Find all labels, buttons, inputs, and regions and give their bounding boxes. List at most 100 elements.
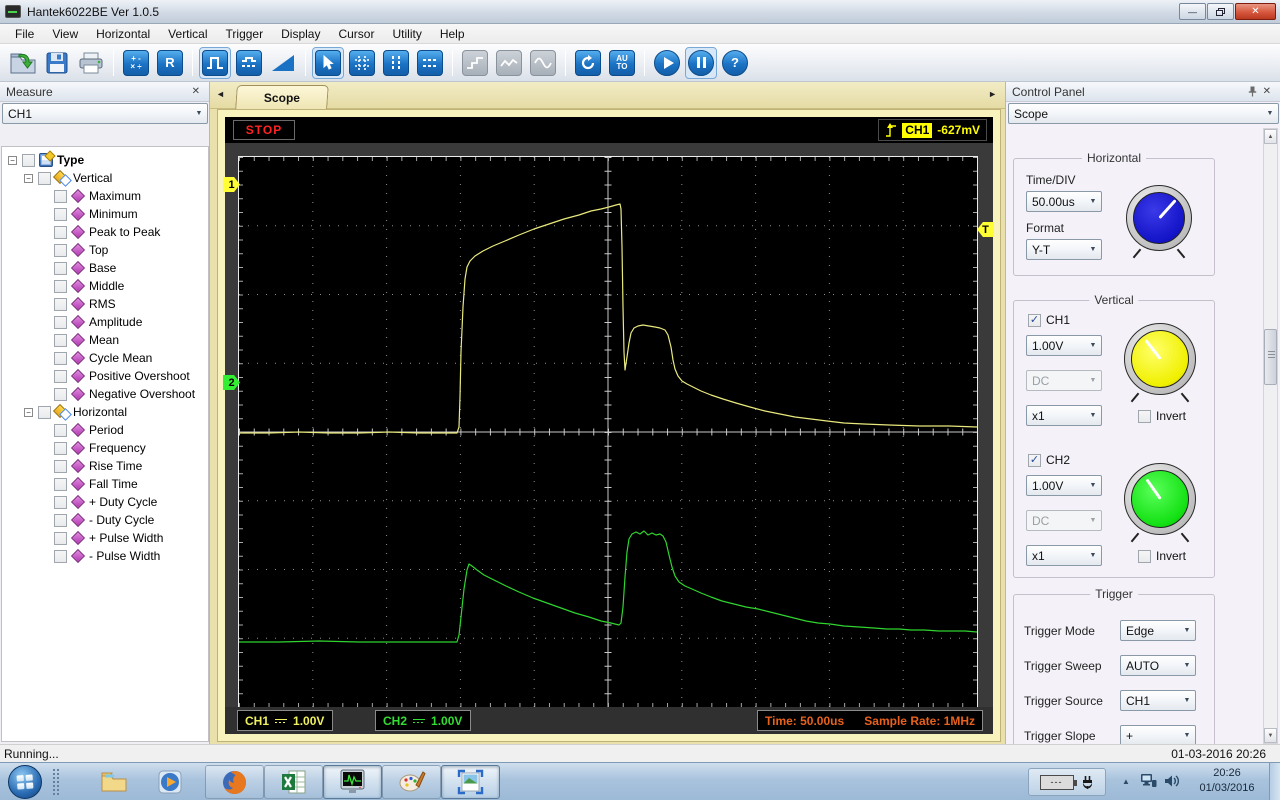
taskbar-snipping-button[interactable]: [441, 765, 500, 799]
tree-item-duty-cycle[interactable]: - Duty Cycle: [2, 511, 208, 529]
time-div-select[interactable]: 50.00us ▼: [1026, 191, 1102, 212]
tree-checkbox[interactable]: [54, 495, 67, 509]
menu-view[interactable]: View: [43, 25, 87, 43]
cross-cursor-button[interactable]: [347, 48, 377, 78]
scroll-up-icon[interactable]: ▲: [1264, 129, 1277, 144]
pin-icon[interactable]: [1245, 86, 1260, 97]
horizontal-knob[interactable]: [1126, 185, 1192, 251]
pulse-alt-button[interactable]: [234, 48, 264, 78]
taskbar-clock[interactable]: 20:26 01/03/2016: [1192, 766, 1262, 796]
speaker-icon[interactable]: [1164, 773, 1181, 789]
control-panel-close-icon[interactable]: ✕: [1260, 86, 1274, 97]
tree-item-positive-overshoot[interactable]: Positive Overshoot: [2, 367, 208, 385]
trigger-mode-select[interactable]: Edge ▼: [1120, 620, 1196, 641]
tree-item-frequency[interactable]: Frequency: [2, 439, 208, 457]
tree-checkbox[interactable]: [54, 279, 67, 293]
ch1-enable-checkbox[interactable]: ✓: [1028, 313, 1041, 327]
tree-item-horizontal[interactable]: − Horizontal: [2, 403, 208, 421]
tree-checkbox[interactable]: [54, 513, 67, 527]
trigger-source-select[interactable]: CH1 ▼: [1120, 690, 1196, 711]
tree-checkbox[interactable]: [54, 387, 67, 401]
print-button[interactable]: [76, 48, 106, 78]
tree-checkbox[interactable]: [38, 171, 51, 185]
tree-checkbox[interactable]: [54, 477, 67, 491]
tree-item-cycle-mean[interactable]: Cycle Mean: [2, 349, 208, 367]
tree-checkbox[interactable]: [54, 189, 67, 203]
taskbar-oscilloscope-button[interactable]: [323, 765, 382, 799]
taskbar-firefox-button[interactable]: [205, 765, 264, 799]
vertical-cursor-button[interactable]: [381, 48, 411, 78]
trigger-sweep-select[interactable]: AUTO ▼: [1120, 655, 1196, 676]
horizontal-cursor-button[interactable]: [415, 48, 445, 78]
tree-item-fall-time[interactable]: Fall Time: [2, 475, 208, 493]
help-button[interactable]: ?: [720, 48, 750, 78]
ch1-coupling-select[interactable]: DC ▼: [1026, 370, 1102, 391]
tree-item-negative-overshoot[interactable]: Negative Overshoot: [2, 385, 208, 403]
collapse-icon[interactable]: −: [24, 407, 33, 417]
tree-checkbox[interactable]: [54, 351, 67, 365]
ch2-volts-select[interactable]: 1.00V ▼: [1026, 475, 1102, 496]
network-icon[interactable]: [1140, 773, 1157, 789]
tree-checkbox[interactable]: [22, 153, 35, 167]
control-panel-scrollbar[interactable]: ▲ ▼: [1263, 128, 1278, 744]
tree-item-rms[interactable]: RMS: [2, 295, 208, 313]
menu-trigger[interactable]: Trigger: [217, 25, 273, 43]
menu-display[interactable]: Display: [272, 25, 329, 43]
pulse-mode-button[interactable]: [199, 46, 231, 79]
tree-item-base[interactable]: Base: [2, 259, 208, 277]
tree-item-amplitude[interactable]: Amplitude: [2, 313, 208, 331]
show-desktop-button[interactable]: [1269, 763, 1280, 800]
step-interpolation-button[interactable]: [460, 48, 490, 78]
ch1-invert-checkbox[interactable]: [1138, 409, 1151, 423]
ramp-button[interactable]: [268, 48, 298, 78]
trigger-slope-select[interactable]: + ▼: [1120, 725, 1196, 744]
tree-item-pulse-width[interactable]: - Pulse Width: [2, 547, 208, 565]
minimize-button[interactable]: —: [1179, 3, 1206, 20]
ch2-invert-checkbox[interactable]: [1138, 549, 1151, 563]
collapse-icon[interactable]: −: [8, 155, 17, 165]
taskbar-mediaplayer-button[interactable]: [148, 765, 192, 799]
tree-item-top[interactable]: Top: [2, 241, 208, 259]
refresh-button[interactable]: [573, 48, 603, 78]
tree-item-minimum[interactable]: Minimum: [2, 205, 208, 223]
ch1-position-knob[interactable]: [1124, 323, 1196, 395]
ch2-probe-select[interactable]: x1 ▼: [1026, 545, 1102, 566]
taskbar-excel-button[interactable]: [264, 765, 323, 799]
scrollbar-thumb[interactable]: [1264, 329, 1277, 385]
ch1-volts-select[interactable]: 1.00V ▼: [1026, 335, 1102, 356]
tree-checkbox[interactable]: [54, 207, 67, 221]
tree-checkbox[interactable]: [54, 549, 67, 563]
measure-channel-select[interactable]: CH1 ▼: [2, 103, 208, 124]
tree-item-type[interactable]: − Type: [2, 151, 208, 169]
menu-horizontal[interactable]: Horizontal: [87, 25, 159, 43]
collapse-icon[interactable]: −: [24, 173, 33, 183]
tree-item-mean[interactable]: Mean: [2, 331, 208, 349]
cursor-select-button[interactable]: [312, 46, 344, 79]
ch2-position-knob[interactable]: [1124, 463, 1196, 535]
save-button[interactable]: [42, 48, 72, 78]
autoset-button[interactable]: AU TO: [607, 48, 637, 78]
tree-checkbox[interactable]: [54, 297, 67, 311]
ch2-coupling-select[interactable]: DC ▼: [1026, 510, 1102, 531]
linear-interpolation-button[interactable]: [494, 48, 524, 78]
tree-item-period[interactable]: Period: [2, 421, 208, 439]
scroll-down-icon[interactable]: ▼: [1264, 728, 1277, 743]
tree-item-duty-cycle[interactable]: + Duty Cycle: [2, 493, 208, 511]
tree-checkbox[interactable]: [54, 369, 67, 383]
ch2-enable-checkbox[interactable]: ✓: [1028, 453, 1041, 467]
tree-checkbox[interactable]: [38, 405, 51, 419]
tab-scroll-left-icon[interactable]: ◄: [216, 89, 225, 99]
start-button[interactable]: [8, 765, 42, 799]
taskbar-paint-button[interactable]: [382, 765, 441, 799]
trigger-level-marker[interactable]: T: [977, 222, 994, 237]
tree-item-peak-to-peak[interactable]: Peak to Peak: [2, 223, 208, 241]
taskbar-grip[interactable]: [52, 768, 61, 796]
start-button[interactable]: [652, 48, 682, 78]
tree-checkbox[interactable]: [54, 315, 67, 329]
ch1-probe-select[interactable]: x1 ▼: [1026, 405, 1102, 426]
math-button[interactable]: + - × ÷: [121, 48, 151, 78]
tree-item-rise-time[interactable]: Rise Time: [2, 457, 208, 475]
tree-checkbox[interactable]: [54, 531, 67, 545]
menu-cursor[interactable]: Cursor: [329, 25, 383, 43]
tab-scope[interactable]: Scope: [235, 85, 329, 109]
